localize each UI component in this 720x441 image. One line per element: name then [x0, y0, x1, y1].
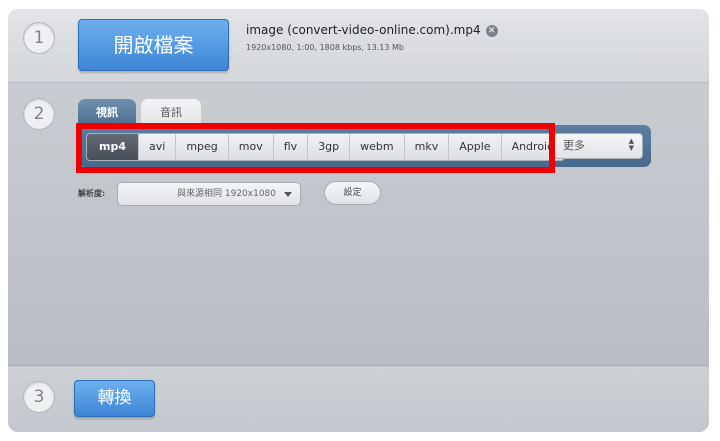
resolution-select[interactable]: 與來源相同 1920x1080: [117, 182, 301, 206]
format-mkv[interactable]: mkv: [405, 134, 450, 160]
convert-button[interactable]: 轉換: [74, 380, 155, 417]
more-formats-select[interactable]: 更多 ▲ ▼: [554, 133, 643, 159]
format-mp4[interactable]: mp4: [87, 134, 139, 160]
up-down-arrows-icon: ▲ ▼: [628, 137, 634, 152]
format-avi[interactable]: avi: [139, 134, 177, 160]
format-webm[interactable]: webm: [350, 134, 405, 160]
resolution-label: 解析度:: [78, 189, 106, 198]
format-list: mp4 avi mpeg mov flv 3gp webm mkv Apple …: [86, 133, 566, 161]
resolution-value: 與來源相同 1920x1080: [177, 189, 276, 199]
chevron-down-icon: [284, 192, 292, 197]
step-3-section: 3 轉換: [8, 367, 709, 432]
settings-button[interactable]: 設定: [324, 181, 381, 205]
format-apple[interactable]: Apple: [449, 134, 502, 160]
file-name: image (convert-video-online.com).mp4 ✕: [246, 23, 498, 37]
step-2-number: 2: [23, 98, 55, 130]
format-flv[interactable]: flv: [274, 134, 309, 160]
step-3-number: 3: [23, 381, 55, 413]
format-3gp[interactable]: 3gp: [308, 134, 351, 160]
more-formats-label: 更多: [563, 139, 585, 152]
format-mov[interactable]: mov: [229, 134, 274, 160]
file-info: 1920x1080, 1:00, 1808 kbps, 13.13 Mb: [246, 43, 404, 52]
tab-audio[interactable]: 音訊: [141, 99, 201, 125]
close-circle-icon[interactable]: ✕: [485, 25, 498, 37]
file-name-text: image (convert-video-online.com).mp4: [246, 23, 481, 37]
step-1-number: 1: [23, 22, 55, 54]
open-file-button[interactable]: 開啟檔案: [78, 19, 229, 71]
converter-panel: 1 開啟檔案 image (convert-video-online.com).…: [8, 9, 709, 432]
format-mpeg[interactable]: mpeg: [176, 134, 229, 160]
tab-video[interactable]: 視訊: [78, 99, 136, 125]
step-1-section: 1 開啟檔案 image (convert-video-online.com).…: [8, 9, 709, 83]
